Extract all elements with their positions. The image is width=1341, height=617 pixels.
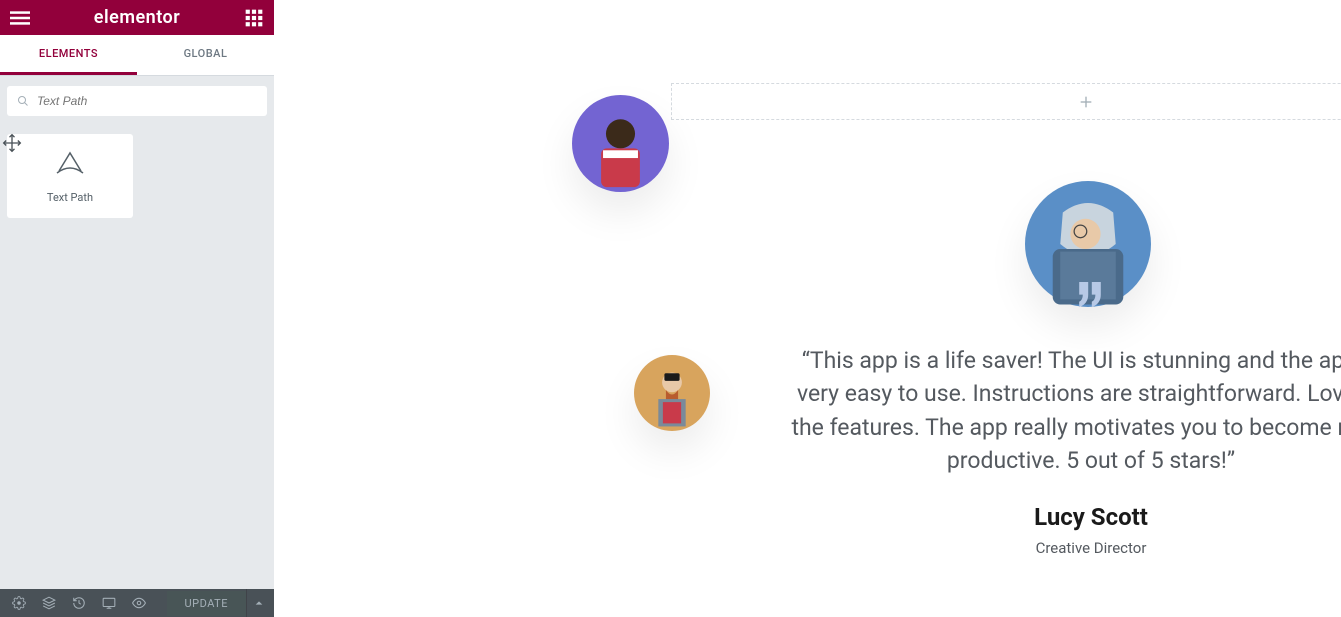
plus-icon <box>1078 94 1094 110</box>
sidebar-tabs: ELEMENTS GLOBAL <box>0 35 274 76</box>
preview-icon[interactable] <box>124 589 154 617</box>
history-icon[interactable] <box>64 589 94 617</box>
quote-icon <box>1072 282 1108 313</box>
responsive-icon[interactable] <box>94 589 124 617</box>
widget-text-path[interactable]: Text Path <box>7 134 133 218</box>
widget-search[interactable] <box>7 86 267 116</box>
avatar <box>572 95 669 192</box>
editor-canvas: “This app is a life saver! The UI is stu… <box>274 0 1341 617</box>
move-icon <box>2 133 22 153</box>
avatar <box>634 355 710 431</box>
search-input[interactable] <box>37 94 257 108</box>
apps-icon[interactable] <box>244 8 264 28</box>
widget-label: Text Path <box>47 191 93 204</box>
app-logo: elementor <box>30 7 244 28</box>
tab-elements[interactable]: ELEMENTS <box>0 35 137 75</box>
sidebar-body: Text Path <box>0 76 274 589</box>
testimonial-role: Creative Director <box>791 539 1341 557</box>
update-options-icon[interactable] <box>246 589 270 617</box>
update-button[interactable]: UPDATE <box>167 591 246 616</box>
tab-global[interactable]: GLOBAL <box>137 35 274 75</box>
testimonial-block: “This app is a life saver! The UI is stu… <box>791 344 1341 557</box>
sidebar-footer: UPDATE <box>0 589 274 617</box>
testimonial-quote: “This app is a life saver! The UI is stu… <box>791 344 1341 477</box>
testimonial-name: Lucy Scott <box>791 503 1341 531</box>
add-section-drop-zone[interactable] <box>671 83 1341 120</box>
search-icon <box>17 95 29 107</box>
text-path-icon <box>55 149 85 179</box>
sidebar-header: elementor <box>0 0 274 35</box>
menu-icon[interactable] <box>10 8 30 28</box>
navigator-icon[interactable] <box>34 589 64 617</box>
settings-icon[interactable] <box>4 589 34 617</box>
elementor-sidebar: elementor ELEMENTS GLOBAL Text Path UPDA… <box>0 0 274 617</box>
